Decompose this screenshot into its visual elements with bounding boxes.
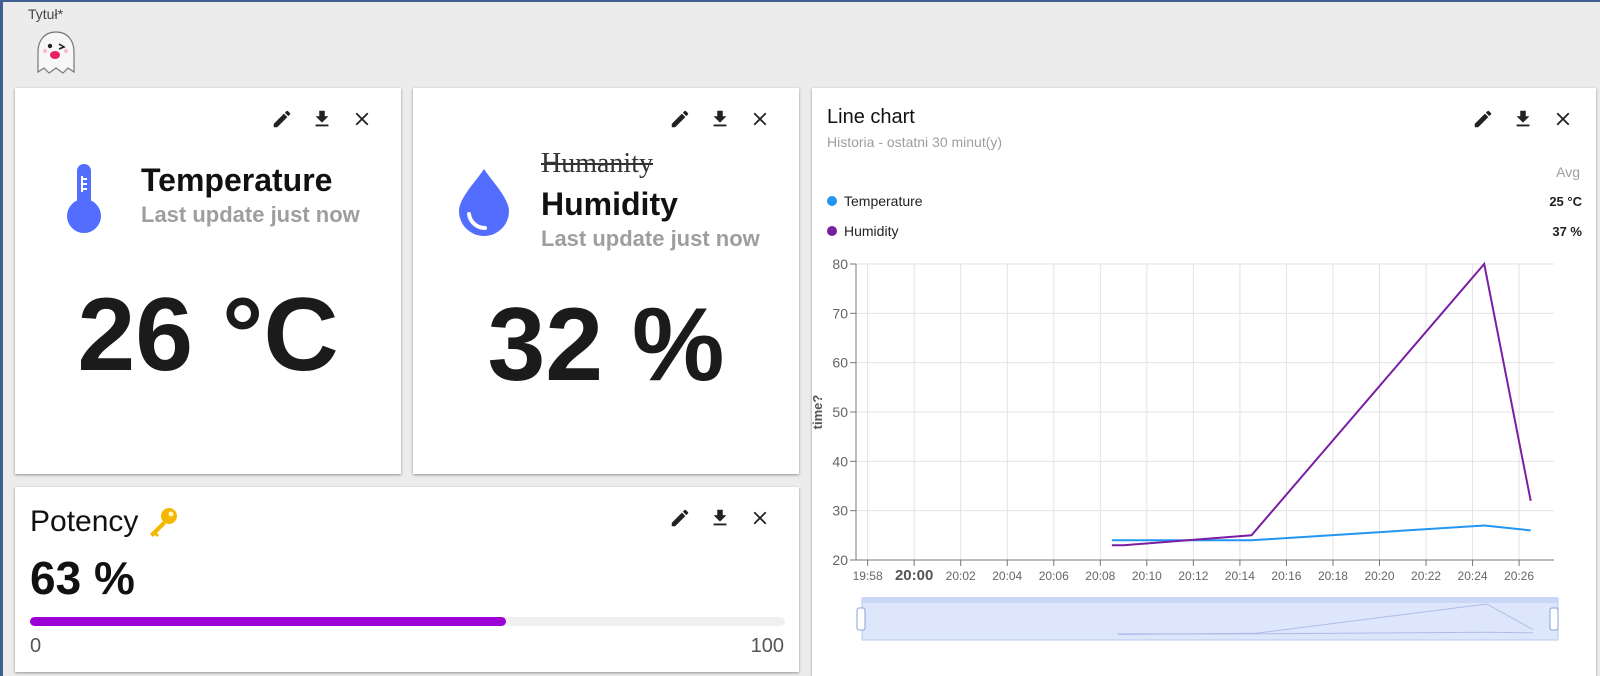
progress-bar xyxy=(30,617,785,626)
legend-avg-header: Avg xyxy=(1556,164,1580,180)
widget-toolbar xyxy=(667,106,773,132)
close-button[interactable] xyxy=(349,106,375,132)
x-tick-label: 20:26 xyxy=(1504,569,1534,583)
potency-widget: Potency 63 % 0 100 xyxy=(15,487,799,672)
progress-max-label: 100 xyxy=(750,635,784,657)
pencil-icon xyxy=(671,509,689,527)
x-tick-label: 20:18 xyxy=(1318,569,1348,583)
legend-avg-value: 25 °C xyxy=(1549,193,1582,209)
widget-title: Potency xyxy=(30,505,180,539)
download-icon xyxy=(713,509,727,526)
x-tick-label: 20:02 xyxy=(946,569,976,583)
x-tick-label: 20:22 xyxy=(1411,569,1441,583)
window-top-border xyxy=(0,0,1600,2)
y-axis-label: time? xyxy=(812,395,825,430)
range-selector-top-bar xyxy=(862,597,1558,603)
water-drop-icon xyxy=(459,169,509,236)
x-tick-label: 20:16 xyxy=(1271,569,1301,583)
legend-item-temperature[interactable]: Temperature 25 °C xyxy=(827,193,1582,209)
widget-title-text: Potency xyxy=(30,505,139,538)
close-button[interactable] xyxy=(1550,106,1576,132)
window-left-border xyxy=(0,0,3,676)
legend-item-humidity[interactable]: Humidity 37 % xyxy=(827,223,1582,239)
y-tick-label: 20 xyxy=(832,552,848,568)
x-tick-label: 20:08 xyxy=(1085,569,1115,583)
edit-button[interactable] xyxy=(667,106,693,132)
y-tick-label: 50 xyxy=(832,404,848,420)
line-chart-widget: Line chart Historia - ostatni 30 minut(y… xyxy=(812,88,1596,676)
series-line xyxy=(1111,524,1531,542)
struck-title: Humanity xyxy=(541,148,653,179)
x-tick-label: 20:14 xyxy=(1225,569,1255,583)
download-icon xyxy=(713,110,727,127)
progress-min-label: 0 xyxy=(30,635,42,657)
x-tick-label: 20:00 xyxy=(895,567,933,584)
download-button[interactable] xyxy=(707,505,733,531)
x-tick-label: 20:24 xyxy=(1458,569,1488,583)
legend-name: Humidity xyxy=(844,223,899,239)
edit-button[interactable] xyxy=(667,505,693,531)
legend-avg-value: 37 % xyxy=(1552,223,1582,239)
close-icon xyxy=(753,112,767,126)
close-icon xyxy=(1556,112,1570,126)
widget-title: Temperature xyxy=(141,162,333,198)
y-tick-label: 80 xyxy=(832,256,848,272)
download-icon xyxy=(315,110,329,127)
close-icon xyxy=(753,511,767,525)
temperature-widget: Temperature Last update just now 26 °C xyxy=(15,88,401,474)
chart-subtitle: Historia - ostatni 30 minut(y) xyxy=(827,134,1003,150)
key-icon xyxy=(150,508,178,537)
range-handle-left[interactable] xyxy=(856,607,866,631)
widget-toolbar xyxy=(269,106,375,132)
widget-subtitle: Last update just now xyxy=(541,226,760,251)
close-icon xyxy=(355,112,369,126)
x-tick-label: 20:12 xyxy=(1178,569,1208,583)
widget-toolbar xyxy=(667,505,773,531)
page-title[interactable]: Tytuł* xyxy=(28,6,63,22)
legend-dot xyxy=(827,196,837,206)
download-button[interactable] xyxy=(309,106,335,132)
download-button[interactable] xyxy=(1510,106,1536,132)
download-icon xyxy=(1516,110,1530,127)
range-handle-right[interactable] xyxy=(1549,607,1559,631)
close-button[interactable] xyxy=(747,106,773,132)
download-button[interactable] xyxy=(707,106,733,132)
y-tick-label: 30 xyxy=(832,503,848,519)
y-tick-label: 40 xyxy=(832,453,848,469)
pencil-icon xyxy=(1474,110,1492,128)
series-line xyxy=(1111,261,1532,547)
ghost-icon[interactable] xyxy=(34,30,78,76)
chart-title: Line chart xyxy=(827,106,915,128)
humidity-value: 32 % xyxy=(487,287,725,403)
y-tick-label: 70 xyxy=(832,305,848,321)
temperature-value: 26 °C xyxy=(77,277,339,393)
widget-toolbar xyxy=(1470,106,1576,132)
x-tick-label: 19:58 xyxy=(853,569,883,583)
progress-fill xyxy=(30,617,506,626)
close-button[interactable] xyxy=(747,505,773,531)
x-tick-label: 20:04 xyxy=(992,569,1022,583)
pencil-icon xyxy=(671,110,689,128)
widget-title: Humidity xyxy=(541,186,678,222)
line-chart-plot[interactable]: 20 30 40 50 60 70 80 19:58 20:00 20:02 20:04 20:06 2… xyxy=(812,238,1596,648)
legend-dot xyxy=(827,226,837,236)
humidity-widget: Humanity Humidity Last update just now 3… xyxy=(413,88,799,474)
edit-button[interactable] xyxy=(269,106,295,132)
legend-name: Temperature xyxy=(844,193,923,209)
x-tick-label: 20:06 xyxy=(1039,569,1069,583)
thermometer-icon xyxy=(67,164,101,233)
pencil-icon xyxy=(273,110,291,128)
y-tick-label: 60 xyxy=(832,355,848,371)
x-tick-label: 20:10 xyxy=(1132,569,1162,583)
widget-subtitle: Last update just now xyxy=(141,202,360,227)
potency-value: 63 % xyxy=(30,552,135,604)
edit-button[interactable] xyxy=(1470,106,1496,132)
x-tick-label: 20:20 xyxy=(1364,569,1394,583)
